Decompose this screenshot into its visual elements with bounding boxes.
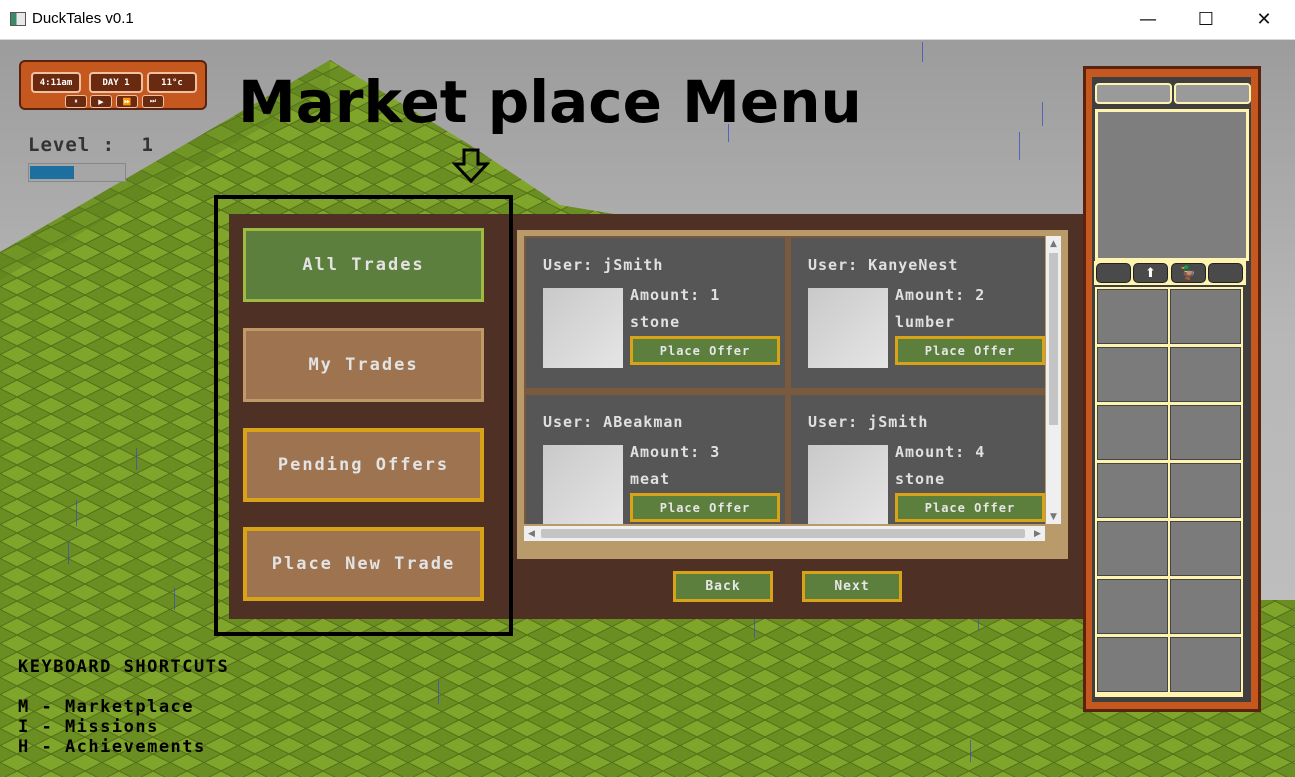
down-arrow-icon: [452, 148, 490, 184]
window-title: DuckTales v0.1: [32, 10, 134, 27]
item-thumbnail: [808, 445, 888, 524]
annotation-title: Market place Menu: [238, 68, 862, 136]
horizontal-scroll-thumb[interactable]: [541, 529, 1025, 538]
trade-resource: meat: [630, 470, 671, 488]
scroll-right-icon[interactable]: ▶: [1030, 526, 1045, 541]
inventory-tabs: ⬆ 🦆: [1094, 261, 1246, 285]
trade-resource: lumber: [895, 313, 956, 331]
inventory-panel: ⬆ 🦆: [1083, 66, 1261, 712]
level-indicator: Level : 1: [28, 134, 154, 156]
inventory-top-button-left[interactable]: [1095, 83, 1172, 104]
fastest-forward-icon[interactable]: ⏭: [142, 95, 164, 108]
inventory-grid: [1095, 287, 1243, 697]
time-display: 4:11am: [31, 72, 81, 93]
scroll-left-icon[interactable]: ◀: [524, 526, 539, 541]
trade-list-frame: User: jSmith Amount: 1 stone Place Offer…: [517, 230, 1068, 559]
inventory-tab-right[interactable]: [1208, 263, 1243, 283]
inventory-top-button-right[interactable]: [1174, 83, 1251, 104]
shortcuts-heading: KEYBOARD SHORTCUTS: [18, 657, 230, 677]
shortcut-marketplace: M - Marketplace: [18, 697, 195, 717]
place-offer-button[interactable]: Place Offer: [895, 336, 1045, 365]
back-button[interactable]: Back: [673, 571, 773, 602]
home-icon[interactable]: ⬆: [1133, 263, 1168, 283]
inventory-slot[interactable]: [1097, 347, 1168, 402]
shortcut-missions: I - Missions: [18, 717, 159, 737]
vertical-scrollbar[interactable]: ▲ ▼: [1046, 236, 1061, 524]
item-thumbnail: [543, 288, 623, 368]
time-weather-widget: 4:11am DAY 1 11°c ⏸ ▶ ⏩ ⏭: [19, 60, 207, 110]
day-display: DAY 1: [89, 72, 143, 93]
trade-user: User: jSmith: [543, 256, 664, 274]
level-label: Level :: [28, 134, 116, 156]
inventory-slot[interactable]: [1170, 405, 1241, 460]
level-progress-fill: [30, 166, 74, 179]
annotation-highlight-box: [214, 195, 513, 636]
trade-user: User: ABeakman: [543, 413, 684, 431]
inventory-slot[interactable]: [1170, 463, 1241, 518]
inventory-slot[interactable]: [1170, 289, 1241, 344]
window-titlebar: DuckTales v0.1 — ☐ ✕: [0, 0, 1295, 40]
game-viewport[interactable]: 4:11am DAY 1 11°c ⏸ ▶ ⏩ ⏭ Level : 1 Mark…: [0, 40, 1295, 777]
inventory-slot[interactable]: [1097, 521, 1168, 576]
place-offer-button[interactable]: Place Offer: [630, 493, 780, 522]
place-offer-button[interactable]: Place Offer: [630, 336, 780, 365]
shortcut-achievements: H - Achievements: [18, 737, 206, 757]
app-icon: [10, 12, 26, 26]
inventory-slot[interactable]: [1170, 637, 1241, 692]
trade-resource: stone: [630, 313, 681, 331]
scroll-down-icon[interactable]: ▼: [1046, 509, 1061, 524]
level-progress-bar: [28, 163, 126, 182]
trade-resource: stone: [895, 470, 946, 488]
inventory-tab-left[interactable]: [1096, 263, 1131, 283]
pause-icon[interactable]: ⏸: [65, 95, 87, 108]
inventory-slot[interactable]: [1097, 463, 1168, 518]
inventory-slot[interactable]: [1097, 405, 1168, 460]
play-icon[interactable]: ▶: [90, 95, 112, 108]
close-button[interactable]: ✕: [1235, 0, 1293, 39]
trade-user: User: jSmith: [808, 413, 929, 431]
item-thumbnail: [808, 288, 888, 368]
item-preview: [1095, 109, 1249, 261]
trade-amount: Amount: 3: [630, 443, 721, 461]
level-value: 1: [141, 134, 154, 156]
temperature-display: 11°c: [147, 72, 197, 93]
item-thumbnail: [543, 445, 623, 524]
next-button[interactable]: Next: [802, 571, 902, 602]
inventory-slot[interactable]: [1170, 347, 1241, 402]
trade-amount: Amount: 1: [630, 286, 721, 304]
minimize-button[interactable]: —: [1119, 0, 1177, 39]
duck-icon[interactable]: 🦆: [1171, 263, 1206, 283]
trade-user: User: KanyeNest: [808, 256, 959, 274]
trade-card: User: jSmith Amount: 1 stone Place Offer: [526, 238, 785, 388]
inventory-slot[interactable]: [1170, 521, 1241, 576]
trade-card: User: jSmith Amount: 4 stone Place Offer: [791, 395, 1045, 524]
inventory-slot[interactable]: [1170, 579, 1241, 634]
trade-card: User: KanyeNest Amount: 2 lumber Place O…: [791, 238, 1045, 388]
inventory-slot[interactable]: [1097, 637, 1168, 692]
horizontal-scrollbar[interactable]: ◀ ▶: [524, 526, 1045, 541]
inventory-slot[interactable]: [1097, 579, 1168, 634]
place-offer-button[interactable]: Place Offer: [895, 493, 1045, 522]
trade-amount: Amount: 2: [895, 286, 986, 304]
fast-forward-icon[interactable]: ⏩: [116, 95, 138, 108]
trade-amount: Amount: 4: [895, 443, 986, 461]
vertical-scroll-thumb[interactable]: [1049, 253, 1058, 425]
maximize-button[interactable]: ☐: [1177, 0, 1235, 39]
inventory-slot[interactable]: [1097, 289, 1168, 344]
trade-list[interactable]: User: jSmith Amount: 1 stone Place Offer…: [524, 236, 1045, 524]
trade-card: User: ABeakman Amount: 3 meat Place Offe…: [526, 395, 785, 524]
scroll-up-icon[interactable]: ▲: [1046, 236, 1061, 251]
